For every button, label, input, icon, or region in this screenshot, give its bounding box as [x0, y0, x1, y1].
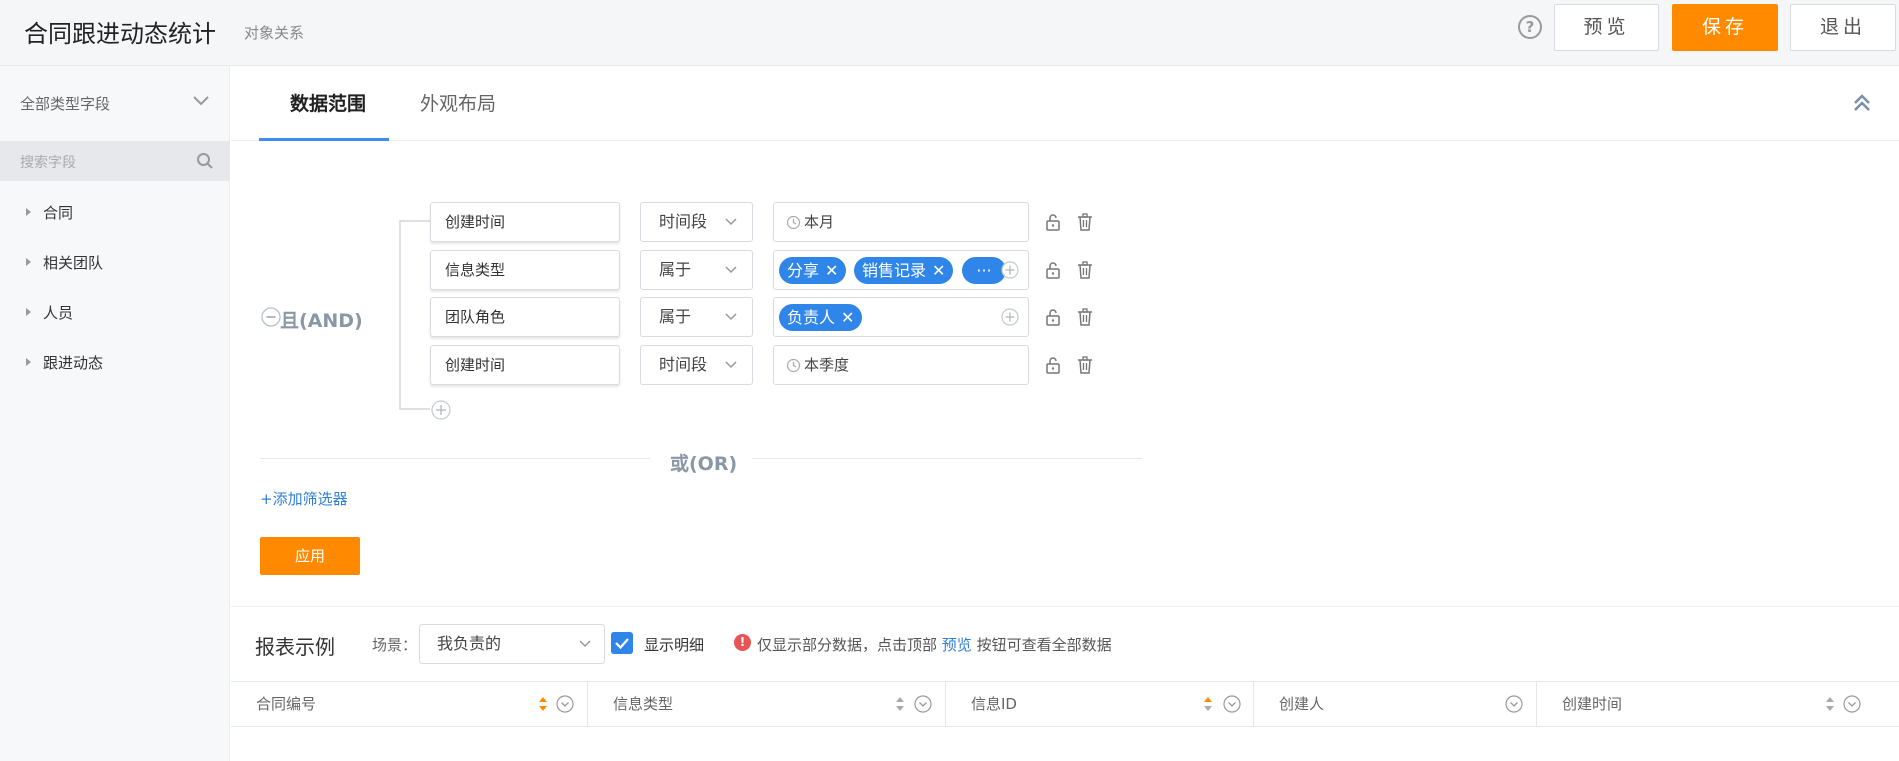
clock-icon: [786, 215, 801, 230]
filter-operator-select[interactable]: 时间段: [640, 202, 753, 242]
chevron-down-icon: [725, 218, 737, 226]
preview-link[interactable]: 预览: [942, 636, 972, 654]
column-filter-icon[interactable]: [914, 695, 932, 713]
column-header[interactable]: 创建时间: [1537, 682, 1899, 726]
filter-value-text: 本月: [804, 213, 835, 231]
add-condition-icon[interactable]: [431, 400, 451, 420]
sort-icon[interactable]: [1825, 696, 1835, 712]
table-header: 合同编号 信息类型 信息ID 创建人 创建时间: [231, 681, 1899, 727]
group-connector: [399, 220, 430, 410]
unlock-icon[interactable]: [1043, 355, 1063, 375]
caret-right-icon: [26, 358, 31, 366]
caret-right-icon: [26, 208, 31, 216]
sort-icon[interactable]: [538, 696, 548, 712]
report-title: 报表示例: [255, 635, 335, 659]
value-chip: 负责人 ✕: [779, 304, 863, 331]
trash-icon[interactable]: [1075, 260, 1095, 280]
filter-field-select[interactable]: 创建时间: [430, 345, 620, 385]
page-subtitle: 对象关系: [244, 24, 305, 42]
more-chips[interactable]: ···: [962, 257, 1006, 284]
active-tab-indicator: [259, 138, 389, 141]
remove-chip-icon[interactable]: ✕: [825, 261, 838, 280]
filter-value-tags[interactable]: 分享 ✕ 销售记录 ✕ ···: [773, 250, 1029, 290]
trash-icon[interactable]: [1075, 307, 1095, 327]
divider: [752, 458, 1142, 459]
tab-bar: 数据范围 外观布局: [231, 66, 1899, 141]
search-placeholder: 搜索字段: [20, 155, 76, 171]
partial-data-notice: 仅显示部分数据，点击顶部 预览 按钮可查看全部数据: [757, 636, 1112, 654]
divider: [260, 458, 650, 459]
field-type-selector[interactable]: 全部类型字段: [20, 93, 110, 114]
unlock-icon[interactable]: [1043, 307, 1063, 327]
column-filter-icon[interactable]: [556, 695, 574, 713]
search-icon[interactable]: [196, 152, 214, 170]
filter-operator-select[interactable]: 时间段: [640, 345, 753, 385]
or-group-label: 或(OR): [670, 453, 738, 475]
top-header: 合同跟进动态统计 对象关系 ? 预览 保存 退出: [0, 0, 1899, 66]
column-filter-icon[interactable]: [1843, 695, 1861, 713]
filter-value-text: 本季度: [804, 356, 850, 374]
caret-right-icon: [26, 258, 31, 266]
filter-field-select[interactable]: 信息类型: [430, 250, 620, 290]
field-sidebar: 全部类型字段 搜索字段 合同 相关团队 人员 跟进动态: [0, 66, 230, 761]
sidebar-item-related-team[interactable]: 相关团队: [26, 252, 103, 273]
sidebar-item-people[interactable]: 人员: [26, 302, 73, 323]
column-filter-icon[interactable]: [1505, 695, 1523, 713]
and-group-label: 且(AND): [280, 310, 363, 332]
scene-label: 场景：: [372, 636, 418, 654]
scene-select[interactable]: 我负责的: [419, 624, 605, 664]
filter-value-input[interactable]: 本季度: [773, 345, 1029, 385]
chevron-down-icon: [725, 266, 737, 274]
filter-value-input[interactable]: 本月: [773, 202, 1029, 242]
clock-icon: [786, 358, 801, 373]
filter-field-select[interactable]: 团队角色: [430, 297, 620, 337]
warning-icon: !: [734, 634, 751, 651]
add-filter-link[interactable]: +添加筛选器: [260, 488, 348, 509]
value-chip: 分享 ✕: [779, 257, 847, 284]
remove-chip-icon[interactable]: ✕: [841, 308, 854, 327]
caret-right-icon: [26, 308, 31, 316]
sort-icon[interactable]: [1203, 696, 1213, 712]
add-value-icon[interactable]: [1001, 308, 1019, 326]
search-input[interactable]: 搜索字段: [0, 141, 230, 181]
tab-appearance-layout[interactable]: 外观布局: [420, 89, 496, 116]
value-chip: 销售记录 ✕: [854, 257, 954, 284]
exit-button[interactable]: 退出: [1790, 4, 1896, 51]
column-header[interactable]: 信息类型: [588, 682, 946, 726]
sort-icon[interactable]: [895, 696, 905, 712]
filter-operator-select[interactable]: 属于: [640, 297, 753, 337]
column-header[interactable]: 创建人: [1254, 682, 1537, 726]
unlock-icon[interactable]: [1043, 212, 1063, 232]
chevron-down-icon: [725, 313, 737, 321]
filter-value-tags[interactable]: 负责人 ✕: [773, 297, 1029, 337]
divider: [231, 606, 1899, 607]
chevron-down-icon: [579, 640, 591, 648]
chevron-down-icon: [725, 361, 737, 369]
show-detail-checkbox[interactable]: [611, 632, 633, 654]
filter-field-select[interactable]: 创建时间: [430, 202, 620, 242]
chevron-down-icon[interactable]: [190, 90, 212, 112]
column-filter-icon[interactable]: [1223, 695, 1241, 713]
unlock-icon[interactable]: [1043, 260, 1063, 280]
show-detail-label: 显示明细: [644, 636, 705, 654]
collapse-up-icon[interactable]: [1851, 92, 1873, 114]
page-title: 合同跟进动态统计: [24, 20, 216, 48]
collapse-group-icon[interactable]: [261, 307, 281, 327]
help-icon[interactable]: ?: [1518, 15, 1542, 39]
sidebar-item-follow-up[interactable]: 跟进动态: [26, 352, 103, 373]
preview-button[interactable]: 预览: [1554, 4, 1659, 51]
apply-button[interactable]: 应用: [260, 537, 360, 575]
column-header[interactable]: 合同编号: [231, 682, 588, 726]
filter-operator-select[interactable]: 属于: [640, 250, 753, 290]
column-header[interactable]: 信息ID: [946, 682, 1254, 726]
save-button[interactable]: 保存: [1672, 4, 1778, 51]
tab-data-range[interactable]: 数据范围: [290, 89, 366, 116]
sidebar-item-contract[interactable]: 合同: [26, 202, 73, 223]
trash-icon[interactable]: [1075, 355, 1095, 375]
add-value-icon[interactable]: [1001, 261, 1019, 279]
trash-icon[interactable]: [1075, 212, 1095, 232]
remove-chip-icon[interactable]: ✕: [932, 261, 945, 280]
